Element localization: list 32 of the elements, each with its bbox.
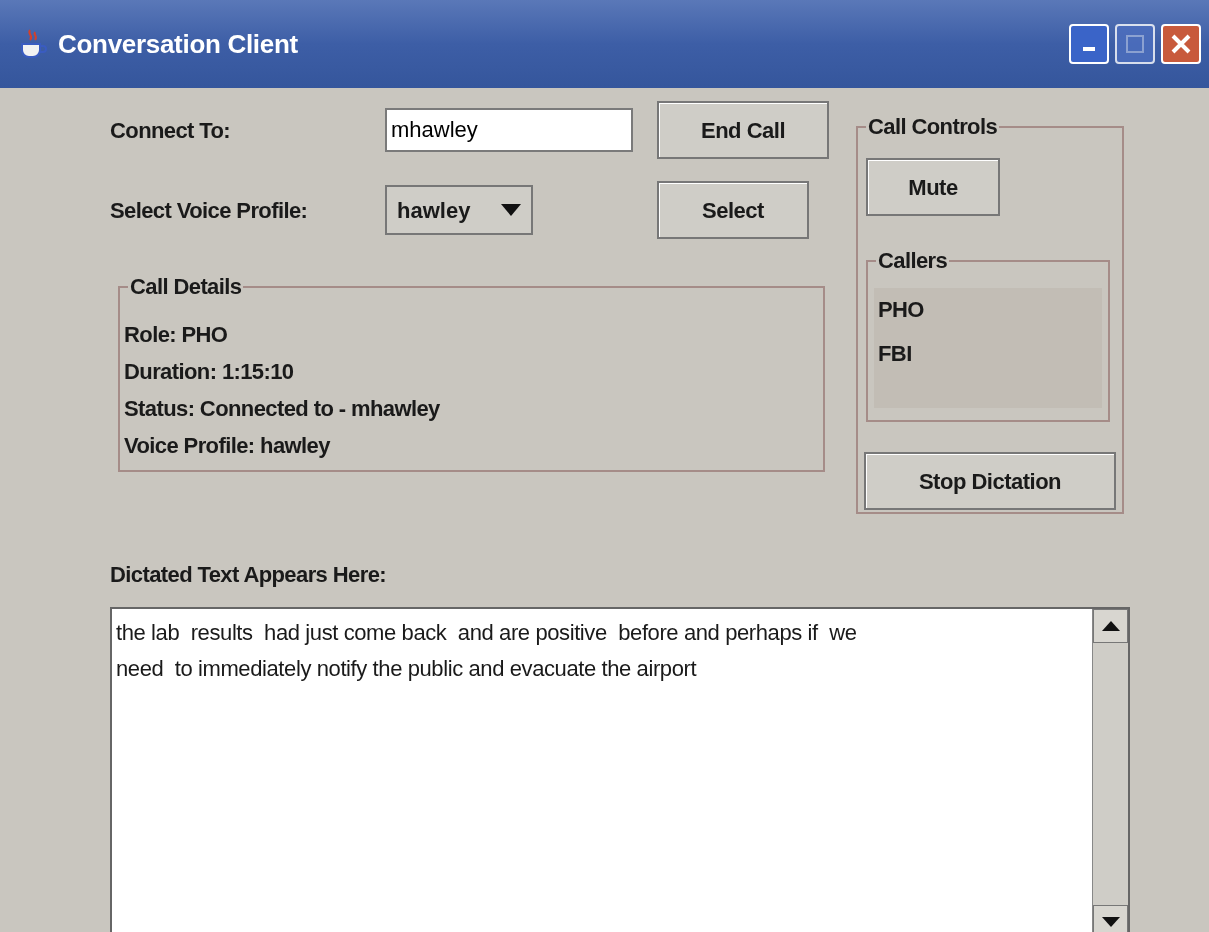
mute-button[interactable]: Mute [866,158,1000,216]
detail-text: Role: PHO [124,321,229,349]
maximize-icon [1126,35,1144,53]
caret-icon [501,204,521,216]
dictation-text-area[interactable]: the lab results had just come back and are positive before and perhaps if we need to immediately notify the public and evacuate the airport [110,607,1130,932]
window-title: Conversation Client [58,27,299,61]
scroll-down-button[interactable] [1093,905,1128,932]
scroll-up-button[interactable] [1093,609,1128,643]
connect-field[interactable]: mhawley [385,108,633,152]
voice-profile-label: Select Voice Profile: [110,196,309,225]
caller-item[interactable]: FBI [874,332,1102,376]
coffee-cup-icon [18,28,48,60]
minimize-button[interactable] [1069,24,1109,64]
close-icon [1170,33,1192,55]
connect-label: Connect To: [110,116,232,145]
voice-profile-dropdown[interactable]: hawley [385,185,533,235]
up-arrow-icon [1101,621,1120,631]
minimize-icon [1083,47,1095,51]
stop-dictation-button[interactable]: Stop Dictation [864,452,1116,510]
detail-text: Status: Connected to - mhawley [124,395,441,423]
scroll-bar[interactable] [1092,609,1128,932]
maximize-button[interactable] [1115,24,1155,64]
dictated-text-line: need to immediately notify the public and evacuate the airport [116,655,698,683]
detail-text: Voice Profile: hawley [124,432,332,460]
detail-text: Duration: 1:15:10 [124,358,295,386]
close-button[interactable] [1161,24,1201,64]
down-arrow-icon [1101,917,1120,927]
select-button[interactable]: Select [657,181,809,239]
end-call-button[interactable]: End Call [657,101,829,159]
dictation-label: Dictated Text Appears Here: [110,562,386,587]
dictated-text-line: the lab results had just come back and are positive before and perhaps if we [116,619,858,647]
caller-item[interactable]: PHO [874,288,1102,332]
